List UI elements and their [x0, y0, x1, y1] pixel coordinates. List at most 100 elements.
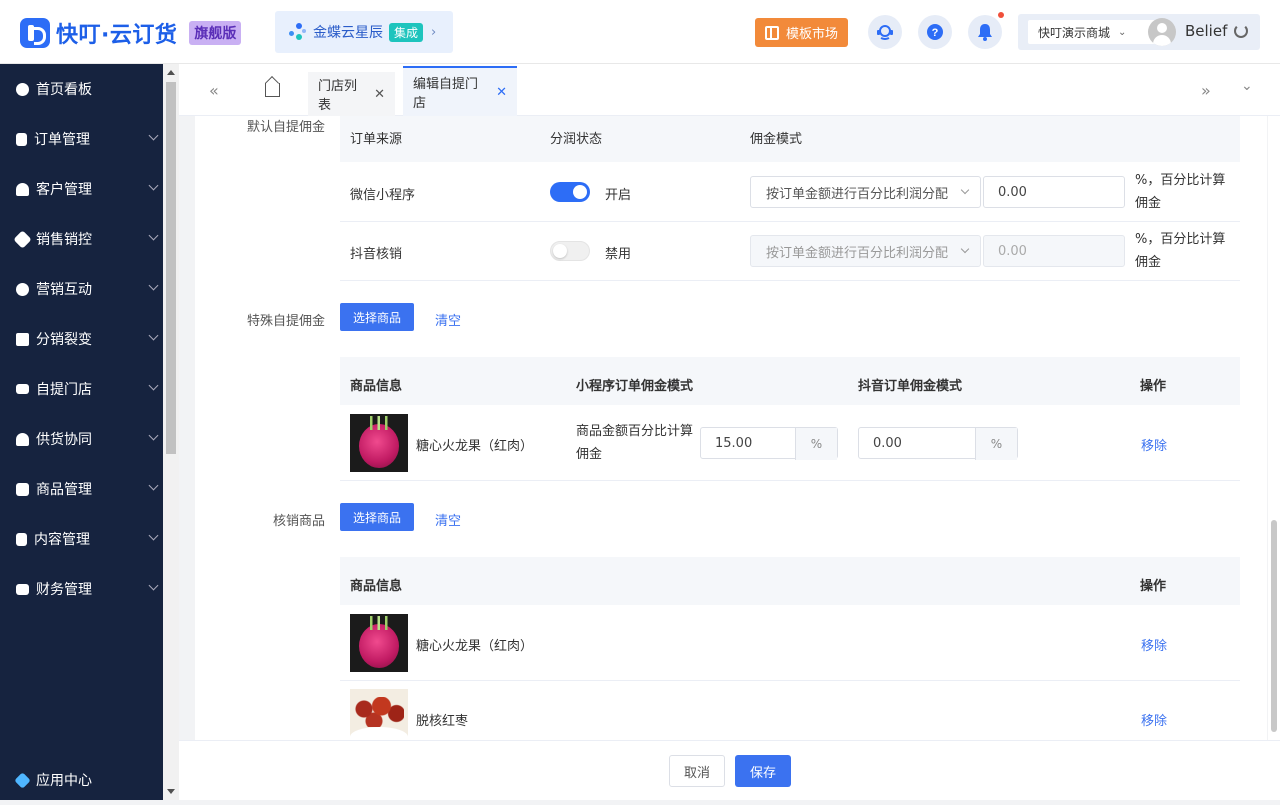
sidebar-item-dashboard[interactable]: 首页看板	[0, 64, 163, 114]
tag-icon	[13, 229, 32, 249]
input-value: 0.00	[998, 243, 1027, 259]
order-source-douyin: 抖音核销	[350, 247, 403, 262]
douyin-product-commission-input[interactable]: 0.00 %	[858, 427, 1018, 460]
header-product-info: 商品信息	[350, 379, 403, 394]
document-icon	[16, 532, 27, 546]
percent-unit: %	[795, 428, 837, 460]
help-button[interactable]: ?	[918, 15, 952, 49]
sidebar-item-label: 销售销控	[36, 232, 92, 248]
store-name: 快叮演示商城	[1038, 25, 1111, 40]
douyin-commission-mode-select: 按订单金额进行百分比利润分配	[750, 235, 981, 267]
template-market-button[interactable]: 模板市场	[755, 18, 848, 47]
input-value: 0.00	[873, 435, 902, 451]
close-icon[interactable]: ✕	[496, 85, 507, 100]
user-settings-icon	[16, 432, 29, 446]
notification-dot	[998, 12, 1004, 18]
verify-clear-link[interactable]: 清空	[435, 510, 461, 529]
sidebar-item-label: 财务管理	[36, 582, 92, 598]
sidebar-item-products[interactable]: 商品管理	[0, 464, 163, 514]
douyin-status-text: 禁用	[605, 247, 632, 262]
remove-link[interactable]: 移除	[1141, 435, 1167, 454]
sidebar-item-supply[interactable]: 供货协同	[0, 414, 163, 464]
sidebar-item-label: 自提门店	[36, 382, 92, 398]
scroll-up-icon[interactable]	[167, 70, 175, 75]
scrollbar-thumb[interactable]	[1271, 520, 1277, 732]
wechat-status-text: 开启	[605, 188, 632, 203]
help-icon: ?	[927, 24, 943, 40]
row-divider	[340, 480, 1240, 481]
cube-icon	[14, 771, 31, 789]
save-button[interactable]: 保存	[735, 755, 791, 787]
order-source-wechat: 微信小程序	[350, 188, 416, 203]
scroll-down-icon[interactable]	[167, 789, 175, 794]
customer-service-button[interactable]	[868, 15, 902, 49]
double-chevron-right-icon[interactable]: »	[1201, 81, 1211, 100]
avatar[interactable]	[1148, 18, 1176, 46]
wechat-commission-input[interactable]: 0.00	[983, 176, 1125, 208]
username[interactable]: Belief	[1185, 22, 1227, 40]
default-commission-label: 默认自提佣金	[246, 120, 325, 135]
kingdee-integration-link[interactable]: 金蝶云星辰 集成 ›	[275, 11, 453, 53]
shopping-bag-icon	[16, 482, 29, 496]
form-footer: 取消 保存	[179, 740, 1280, 800]
chevron-down-icon[interactable]: ⌄	[1241, 78, 1253, 94]
tab-edit-pickup-store[interactable]: 编辑自提门店 ✕	[403, 66, 517, 116]
svg-text:?: ?	[932, 27, 939, 39]
home-icon[interactable]	[265, 83, 280, 97]
brand-logo[interactable]: 快叮·云订货 旗舰版	[20, 17, 242, 49]
store-selector[interactable]: 快叮演示商城 ⌄	[1028, 20, 1156, 44]
header-commission-mode: 佣金模式	[750, 132, 803, 147]
sidebar-item-sales-control[interactable]: 销售销控	[0, 214, 163, 264]
select-value: 按订单金额进行百分比利润分配	[766, 245, 949, 261]
chevron-down-icon: ⌄	[1118, 26, 1127, 38]
store-user-area: 快叮演示商城 ⌄ Belief	[1018, 14, 1260, 50]
brand-logo-icon	[20, 18, 50, 48]
sidebar-item-finance[interactable]: 财务管理	[0, 564, 163, 614]
sidebar-item-label: 应用中心	[36, 773, 92, 789]
remove-link[interactable]: 移除	[1141, 710, 1167, 729]
chevron-down-icon	[960, 185, 970, 195]
wechat-commission-mode-select[interactable]: 按订单金额进行百分比利润分配	[750, 176, 981, 208]
header-share-status: 分润状态	[550, 132, 603, 147]
chevron-down-icon	[148, 530, 159, 541]
special-select-products-button[interactable]: 选择商品	[340, 303, 414, 331]
sidebar-scrollbar[interactable]	[163, 64, 179, 800]
form-panel: 默认自提佣金 订单来源 分润状态 佣金模式 微信小程序 开启 按订单金额进行百分…	[195, 116, 1267, 740]
sidebar-item-content[interactable]: 内容管理	[0, 514, 163, 564]
sidebar-item-label: 商品管理	[36, 482, 92, 498]
product-thumbnail	[350, 414, 408, 472]
double-chevron-left-icon[interactable]: «	[209, 81, 219, 100]
sidebar-item-marketing[interactable]: 营销互动	[0, 264, 163, 314]
chevron-down-icon	[148, 180, 159, 191]
special-clear-link[interactable]: 清空	[435, 310, 461, 329]
sidebar-item-label: 供货协同	[36, 432, 92, 448]
sidebar-item-pickup-stores[interactable]: 自提门店	[0, 364, 163, 414]
wallet-icon	[16, 583, 29, 595]
user-icon	[16, 182, 29, 196]
compass-icon	[16, 82, 29, 96]
verify-select-products-button[interactable]: 选择商品	[340, 503, 414, 531]
mini-commission-input[interactable]: 15.00 %	[700, 427, 838, 460]
sidebar: 首页看板 订单管理 客户管理 销售销控 营销互动 分销裂变 自提门店 供货协同 …	[0, 64, 163, 800]
notification-button[interactable]	[968, 15, 1002, 49]
bell-icon	[978, 24, 992, 41]
wechat-share-toggle[interactable]	[550, 182, 590, 202]
sidebar-item-label: 首页看板	[36, 82, 92, 98]
douyin-share-toggle[interactable]	[550, 241, 590, 261]
sidebar-item-orders[interactable]: 订单管理	[0, 114, 163, 164]
tab-store-list[interactable]: 门店列表 ✕	[308, 72, 395, 116]
chevron-right-icon: ›	[431, 24, 437, 40]
content-scrollbar[interactable]	[1268, 116, 1280, 740]
tab-bar: « 门店列表 ✕ 编辑自提门店 ✕ » ⌄	[179, 64, 1280, 116]
close-icon[interactable]: ✕	[374, 87, 385, 102]
remove-link[interactable]: 移除	[1141, 635, 1167, 654]
scrollbar-thumb[interactable]	[166, 82, 176, 454]
verify-products-label: 核销商品	[272, 514, 325, 529]
cancel-button[interactable]: 取消	[669, 755, 725, 787]
sidebar-item-distribution[interactable]: 分销裂变	[0, 314, 163, 364]
refresh-icon[interactable]	[1234, 24, 1248, 38]
sidebar-item-label: 订单管理	[34, 132, 90, 148]
sidebar-item-customers[interactable]: 客户管理	[0, 164, 163, 214]
percent-unit: %	[975, 428, 1017, 460]
sidebar-item-app-center[interactable]: 应用中心	[0, 755, 163, 805]
